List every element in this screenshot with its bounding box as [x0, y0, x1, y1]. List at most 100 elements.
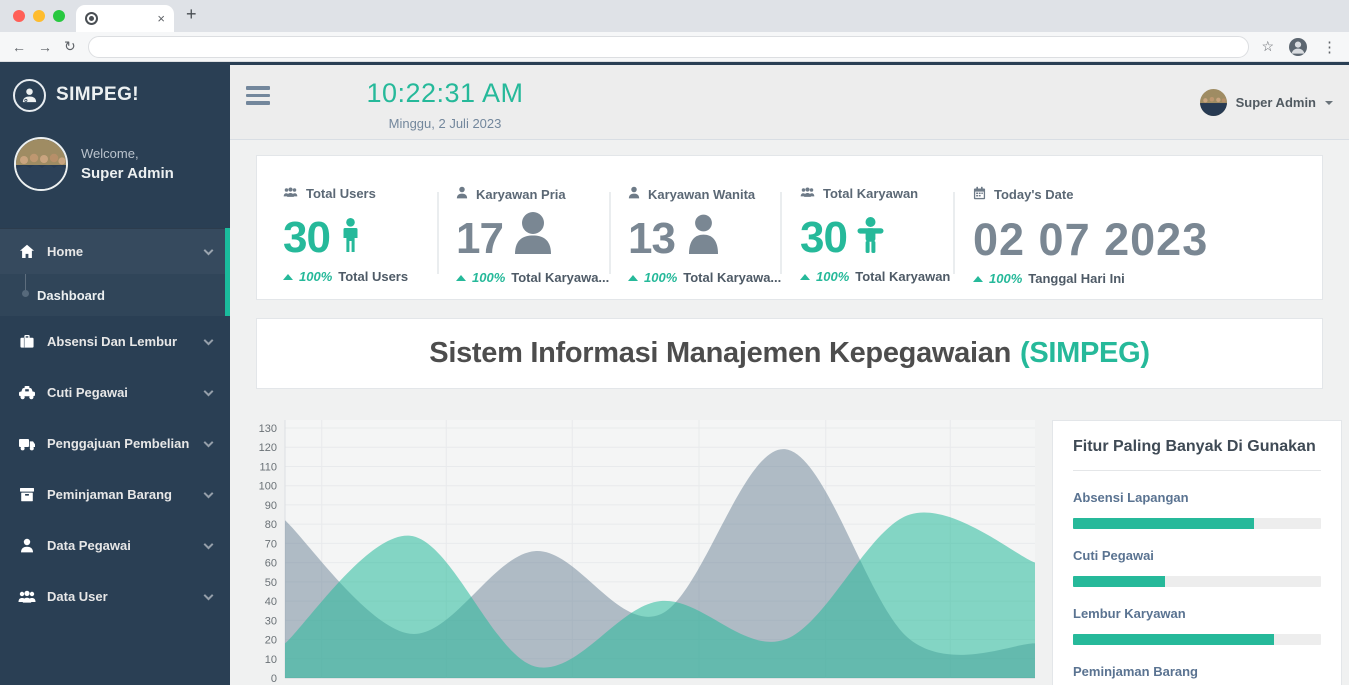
- svg-text:30: 30: [265, 615, 277, 627]
- svg-text:10: 10: [265, 654, 277, 666]
- briefcase-icon: [14, 334, 40, 349]
- car-icon: [14, 385, 40, 400]
- banner-highlight: (SIMPEG): [1020, 337, 1150, 370]
- reload-icon[interactable]: ↻: [64, 38, 76, 55]
- svg-text:70: 70: [265, 538, 277, 550]
- sidebar-item-absensi-dan-lembur[interactable]: Absensi Dan Lembur: [0, 316, 230, 367]
- sidebar-toggle-icon[interactable]: [246, 86, 270, 109]
- stat-delta-percent: 100%: [989, 271, 1022, 286]
- users-icon: [283, 186, 298, 201]
- sidebar-item-label: Cuti Pegawai: [47, 385, 205, 400]
- svg-text:50: 50: [265, 577, 277, 589]
- svg-text:120: 120: [259, 442, 277, 454]
- stats-row: Total Users 30 100% Total Users: [256, 155, 1323, 300]
- progress-bar: [1073, 576, 1321, 587]
- sidebar-item-data-pegawai[interactable]: Data Pegawai: [0, 520, 230, 571]
- feature-label: Lembur Karyawan: [1073, 606, 1321, 621]
- stat-delta-percent: 100%: [816, 269, 849, 284]
- stat-delta-percent: 100%: [472, 270, 505, 285]
- browser-toolbar: ← → ↻ ☆ ⋮: [0, 32, 1349, 62]
- window-zoom-button[interactable]: [53, 10, 65, 22]
- stat-label: Total Users: [306, 186, 376, 201]
- address-bar[interactable]: [88, 36, 1250, 58]
- users-icon: [800, 186, 815, 201]
- users-icon: [14, 589, 40, 604]
- dashboard-content: Total Users 30 100% Total Users: [230, 140, 1349, 685]
- sidebar-item-label: Data Pegawai: [47, 538, 205, 553]
- chevron-down-icon: [204, 488, 214, 498]
- svg-text:0: 0: [271, 673, 277, 685]
- home-icon: [14, 244, 40, 259]
- window-controls: [13, 10, 65, 22]
- sidebar-item-cuti-pegawai[interactable]: Cuti Pegawai: [0, 367, 230, 418]
- user-icon: [628, 186, 640, 202]
- svg-text:130: 130: [259, 423, 277, 435]
- user-round-icon: [685, 213, 722, 259]
- bookmark-star-icon[interactable]: ☆: [1261, 38, 1274, 55]
- stat-value: 17: [456, 219, 503, 259]
- topbar-user-name: Super Admin: [1236, 95, 1316, 110]
- chevron-down-icon: [204, 245, 214, 255]
- sidebar-item-home[interactable]: Home: [0, 228, 230, 274]
- browser-profile-icon[interactable]: [1288, 37, 1308, 57]
- stat-karyawan-wanita: Karyawan Wanita 13 100% Total Karyawa...: [609, 156, 780, 299]
- browser-tab[interactable]: ×: [76, 5, 174, 32]
- sidebar-item-label: Peminjaman Barang: [47, 487, 205, 502]
- window-close-button[interactable]: [13, 10, 25, 22]
- banner-title: Sistem Informasi Manajemen Kepegawaian: [429, 337, 1011, 370]
- svg-text:60: 60: [265, 558, 277, 570]
- progress-bar: [1073, 518, 1321, 529]
- topbar-user-menu[interactable]: Super Admin: [1200, 89, 1333, 116]
- stat-karyawan-pria: Karyawan Pria 17 100% Total Karyawa...: [437, 156, 609, 299]
- svg-text:100: 100: [259, 481, 277, 493]
- app-logo-icon: [13, 79, 46, 112]
- forward-icon[interactable]: →: [38, 39, 52, 55]
- stat-value: 30: [283, 218, 330, 258]
- stat-delta-percent: 100%: [644, 270, 677, 285]
- tab-favicon-icon: [85, 12, 98, 25]
- svg-text:110: 110: [259, 461, 277, 473]
- window-minimize-button[interactable]: [33, 10, 45, 22]
- progress-bar-fill: [1073, 518, 1254, 529]
- features-panel: Fitur Paling Banyak Di Gunakan Absensi L…: [1052, 420, 1342, 685]
- stat-value: 02 07 2023: [973, 219, 1208, 260]
- topbar-avatar: [1200, 89, 1227, 116]
- sidebar-item-peminjaman-barang[interactable]: Peminjaman Barang: [0, 469, 230, 520]
- clock-time: 10:22:31 AM: [325, 78, 565, 109]
- browser-menu-icon[interactable]: ⋮: [1322, 38, 1337, 56]
- sidebar-item-label: Data User: [47, 589, 205, 604]
- stat-total-karyawan: Total Karyawan 30 100% Total Karyawan: [780, 156, 953, 299]
- clock-widget: 10:22:31 AM Minggu, 2 Juli 2023: [325, 78, 565, 131]
- stat-total-users: Total Users 30 100% Total Users: [257, 156, 437, 299]
- calendar-icon: [973, 186, 986, 203]
- sidebar-item-penggajuan-pembelian[interactable]: Penggajuan Pembelian: [0, 418, 230, 469]
- feature-label: Peminjaman Barang: [1073, 664, 1321, 679]
- sidebar-menu: Home Dashboard Absensi Dan Lembur Cuti: [0, 228, 230, 622]
- app-logo[interactable]: SIMPEG!: [0, 65, 230, 125]
- caret-up-icon: [973, 276, 983, 282]
- stat-todays-date: Today's Date 02 07 2023 100% Tanggal Har…: [953, 156, 1322, 299]
- stat-delta-percent: 100%: [299, 269, 332, 284]
- stat-label: Karyawan Pria: [476, 187, 566, 202]
- profile-avatar: [14, 137, 68, 191]
- tab-close-icon[interactable]: ×: [157, 12, 165, 25]
- welcome-label: Welcome,: [81, 146, 174, 161]
- sidebar-item-data-user[interactable]: Data User: [0, 571, 230, 622]
- truck-icon: [14, 436, 40, 451]
- archive-box-icon: [14, 487, 40, 502]
- stat-value: 30: [800, 218, 847, 258]
- chevron-down-icon: [204, 335, 214, 345]
- svg-text:80: 80: [265, 519, 277, 531]
- caret-up-icon: [456, 275, 466, 281]
- sidebar-item-dashboard[interactable]: Dashboard: [0, 274, 230, 316]
- chevron-down-icon: [204, 386, 214, 396]
- sidebar-item-label: Absensi Dan Lembur: [47, 334, 205, 349]
- progress-bar: [1073, 634, 1321, 645]
- new-tab-button[interactable]: +: [186, 4, 197, 25]
- back-icon[interactable]: ←: [12, 39, 26, 55]
- svg-text:20: 20: [265, 635, 277, 647]
- caret-down-icon: [1325, 101, 1333, 105]
- chevron-down-icon: [204, 437, 214, 447]
- topbar: 10:22:31 AM Minggu, 2 Juli 2023 Super Ad…: [230, 65, 1349, 140]
- sidebar: SIMPEG! Welcome, Super Admin Home: [0, 65, 230, 685]
